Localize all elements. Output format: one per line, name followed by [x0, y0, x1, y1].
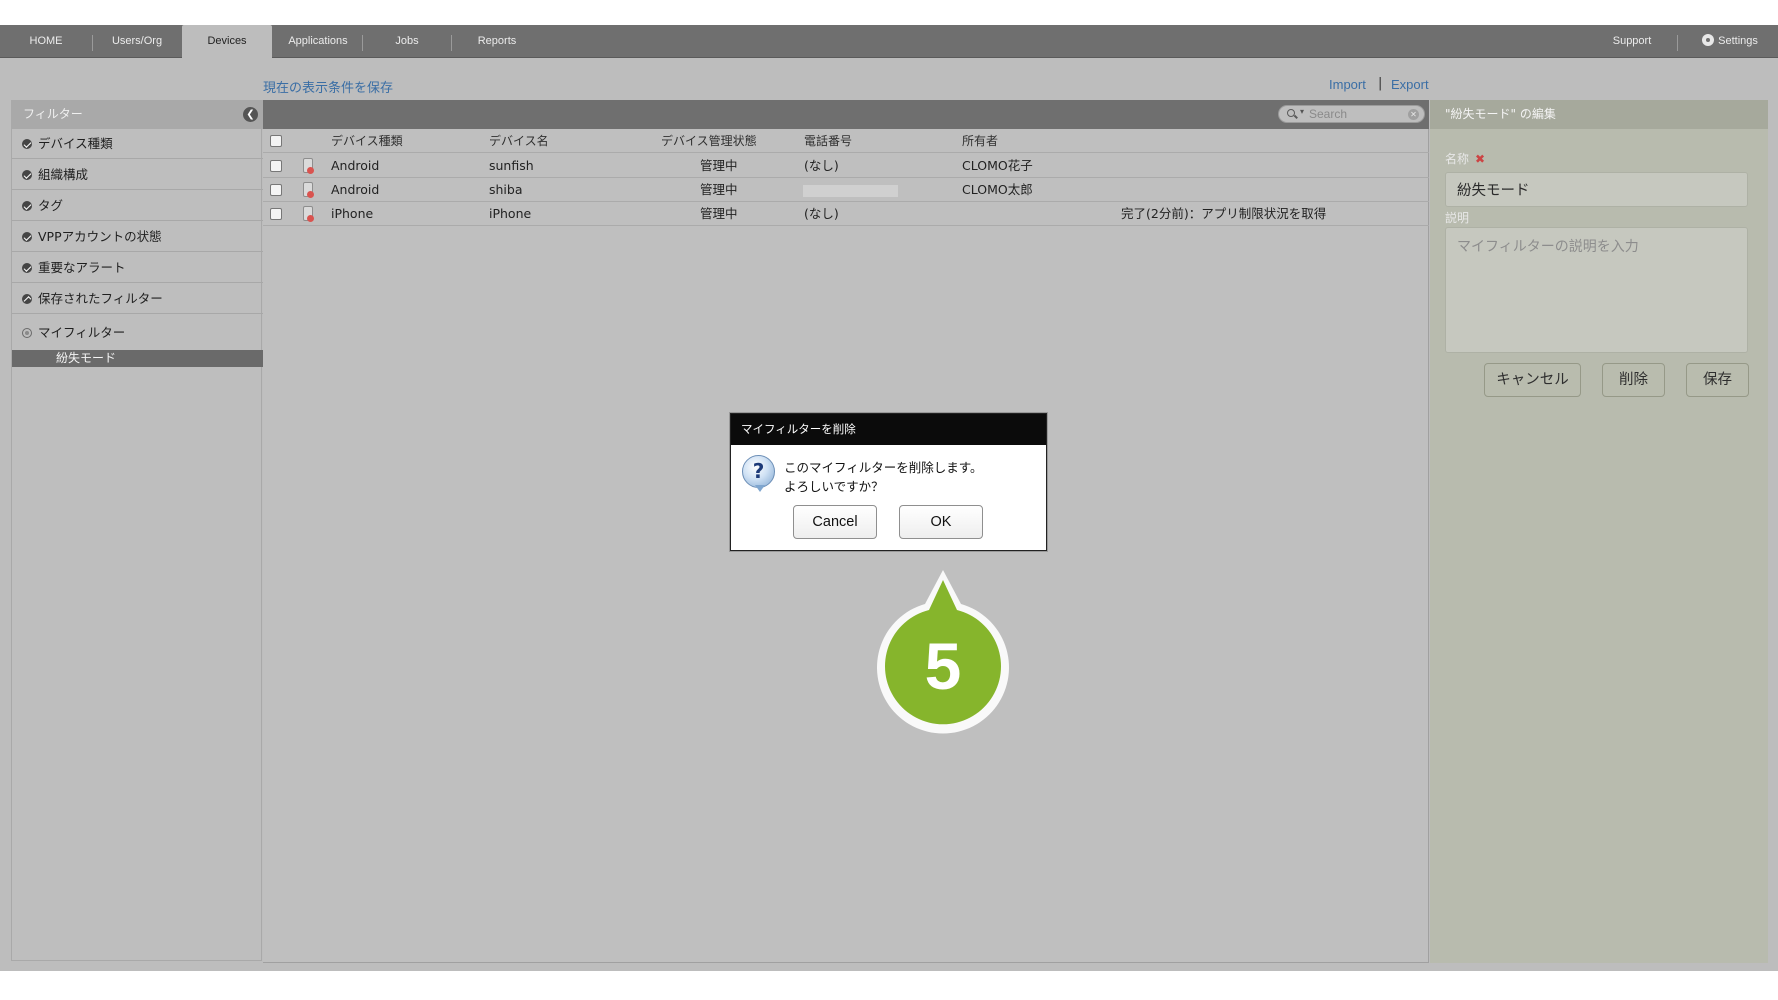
- tab-devices[interactable]: Devices: [182, 25, 272, 59]
- device-type: Android: [331, 182, 380, 197]
- expand-icon: [22, 232, 32, 242]
- step-number: 5: [924, 629, 962, 703]
- filter-label: 重要なアラート: [38, 260, 126, 275]
- filter-label: 保存されたフィルター: [38, 291, 163, 306]
- filter-label: デバイス種類: [38, 136, 113, 151]
- device-type: Android: [331, 158, 380, 173]
- settings-link[interactable]: Settings: [1690, 25, 1770, 58]
- delete-button[interactable]: 削除: [1602, 363, 1665, 397]
- nav-separator: [1677, 35, 1678, 51]
- dialog-cancel-button[interactable]: Cancel: [793, 505, 877, 539]
- tab-home[interactable]: HOME: [0, 25, 92, 58]
- edit-panel-title: "紛失モード" の編集: [1430, 100, 1768, 129]
- name-label: 名称 ✖: [1445, 150, 1485, 167]
- column-header[interactable]: デバイス管理状態: [661, 129, 757, 153]
- expand-icon: [22, 170, 32, 180]
- filter-label: タグ: [38, 198, 64, 213]
- device-status: 管理中: [700, 158, 738, 173]
- edit-filter-panel: "紛失モード" の編集 名称 ✖ 説明 キャンセル 削除 保存: [1430, 100, 1768, 963]
- name-label-text: 名称: [1445, 152, 1470, 166]
- radio-icon: [22, 328, 32, 338]
- column-header[interactable]: デバイス種類: [331, 129, 403, 153]
- filter-saved[interactable]: 保存されたフィルター: [12, 284, 263, 314]
- save-button[interactable]: 保存: [1686, 363, 1749, 397]
- phone-number: (なし): [804, 158, 839, 173]
- top-nav: HOME Users/Org Devices Applications Jobs…: [0, 25, 1778, 59]
- expand-icon: [22, 201, 32, 211]
- owner: CLOMO太郎: [962, 182, 1033, 197]
- table-row[interactable]: iPhone iPhone 管理中 (なし) 完了(2分前)：アプリ制限状況を取…: [263, 202, 1429, 226]
- column-header[interactable]: デバイス名: [489, 129, 549, 153]
- filter-org-structure[interactable]: 組織構成: [12, 160, 263, 190]
- description-label: 説明: [1445, 211, 1470, 225]
- settings-label: Settings: [1718, 35, 1758, 47]
- row-checkbox[interactable]: [270, 160, 282, 172]
- table-row[interactable]: Android shiba 管理中 CLOMO太郎: [263, 178, 1429, 202]
- expand-icon: [22, 263, 32, 273]
- step-callout: 5: [873, 568, 1013, 738]
- filter-label: 組織構成: [38, 167, 89, 182]
- sidebar-title: フィルター: [12, 100, 263, 129]
- support-link[interactable]: Support: [1595, 25, 1669, 58]
- row-checkbox[interactable]: [270, 184, 282, 196]
- tab-jobs[interactable]: Jobs: [363, 25, 451, 58]
- collapse-icon: [22, 294, 32, 304]
- import-link[interactable]: Import: [1329, 77, 1366, 92]
- search-box[interactable]: ▾ ✕: [1278, 105, 1425, 123]
- filter-sidebar: フィルター ❮ デバイス種類 組織構成 タグ VPPアカウントの状態 重要なアラ…: [11, 100, 263, 961]
- device-alert-icon: [303, 182, 314, 198]
- table-row[interactable]: Android sunfish 管理中 (なし) CLOMO花子: [263, 154, 1429, 178]
- my-filter-item-lost-mode[interactable]: 紛失モード: [12, 350, 263, 367]
- question-icon: ?: [742, 455, 775, 492]
- device-status: 管理中: [700, 182, 738, 197]
- table-toolbar: ▾ ✕: [263, 100, 1429, 129]
- save-view-link[interactable]: 現在の表示条件を保存: [263, 77, 393, 96]
- cancel-button[interactable]: キャンセル: [1484, 363, 1581, 397]
- filter-name-input[interactable]: [1445, 172, 1748, 207]
- filter-critical-alerts[interactable]: 重要なアラート: [12, 253, 263, 283]
- row-checkbox[interactable]: [270, 208, 282, 220]
- required-icon: ✖: [1475, 152, 1486, 166]
- tab-reports[interactable]: Reports: [452, 25, 542, 58]
- dialog-message-line2: よろしいですか？: [784, 479, 884, 494]
- dialog-title: マイフィルターを削除: [731, 414, 1046, 445]
- export-link[interactable]: Export: [1391, 77, 1429, 92]
- search-input[interactable]: [1309, 107, 1404, 121]
- select-all-checkbox[interactable]: [270, 135, 282, 147]
- chevron-down-icon[interactable]: ▾: [1300, 107, 1304, 116]
- device-alert-icon: [303, 158, 314, 174]
- search-icon: [1287, 109, 1295, 117]
- filter-device-type[interactable]: デバイス種類: [12, 129, 263, 159]
- clear-search-icon[interactable]: ✕: [1408, 109, 1419, 120]
- expand-icon: [22, 139, 32, 149]
- filter-description-input[interactable]: [1445, 227, 1748, 353]
- filter-tag[interactable]: タグ: [12, 191, 263, 221]
- device-status: 管理中: [700, 206, 738, 221]
- gear-icon: [1702, 34, 1715, 46]
- device-name: iPhone: [489, 206, 532, 221]
- delete-confirm-dialog: マイフィルターを削除 ? このマイフィルターを削除します。 よろしいですか？ C…: [730, 413, 1047, 551]
- redacted-phone: [803, 185, 898, 197]
- filter-vpp-account[interactable]: VPPアカウントの状態: [12, 222, 263, 252]
- filter-my-filters[interactable]: マイフィルター: [12, 318, 263, 348]
- column-header[interactable]: 所有者: [962, 129, 998, 153]
- owner: CLOMO花子: [962, 158, 1033, 173]
- device-name: shiba: [489, 182, 523, 197]
- filter-label: VPPアカウントの状態: [38, 229, 162, 244]
- filter-label: マイフィルター: [38, 325, 126, 340]
- column-header[interactable]: 電話番号: [804, 129, 852, 153]
- device-type: iPhone: [331, 206, 374, 221]
- dialog-message-line1: このマイフィルターを削除します。: [784, 460, 983, 475]
- table-header: デバイス種類 デバイス名 デバイス管理状態 電話番号 所有者: [263, 129, 1429, 153]
- phone-number: (なし): [804, 206, 839, 221]
- tab-users-org[interactable]: Users/Org: [93, 25, 181, 58]
- collapse-sidebar-icon[interactable]: ❮: [243, 107, 258, 122]
- dialog-ok-button[interactable]: OK: [899, 505, 983, 539]
- app-window: HOME Users/Org Devices Applications Jobs…: [0, 25, 1778, 971]
- tab-applications[interactable]: Applications: [274, 25, 362, 58]
- job-note: 完了(2分前)：アプリ制限状況を取得: [1121, 206, 1327, 221]
- link-separator: |: [1378, 76, 1383, 91]
- device-alert-icon: [303, 206, 314, 222]
- device-name: sunfish: [489, 158, 534, 173]
